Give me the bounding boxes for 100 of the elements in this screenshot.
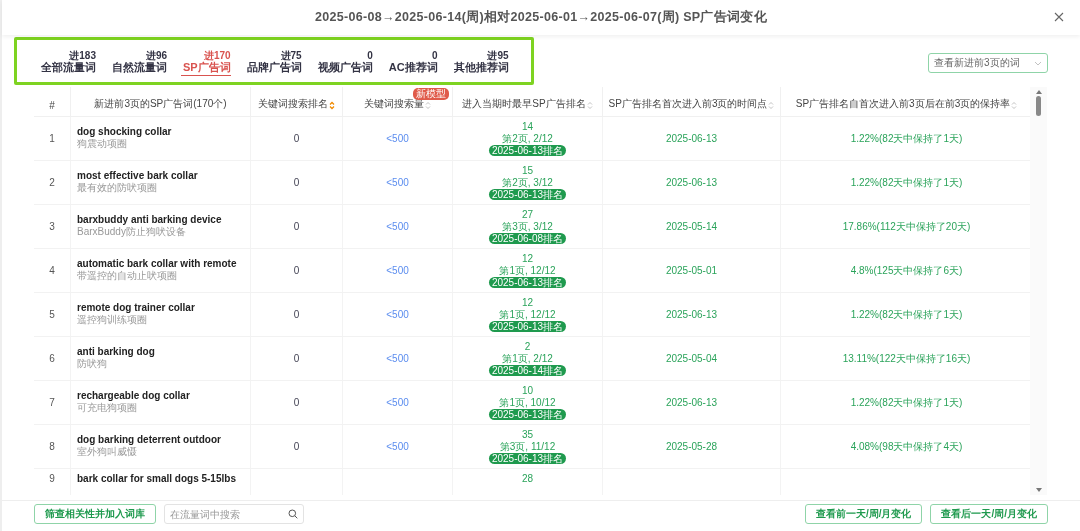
first-entry-date: 2025-06-13 — [665, 176, 718, 189]
filter-select[interactable]: 查看新进前3页的词 — [928, 53, 1048, 73]
sort-icon[interactable] — [425, 101, 431, 110]
scroll-down-icon[interactable] — [1035, 488, 1042, 492]
search-volume: <500 — [386, 265, 409, 276]
search-icon[interactable] — [288, 509, 298, 519]
rank-date-tag: 2025-06-13排名 — [488, 145, 567, 156]
keyword: dog shocking collar — [77, 126, 172, 137]
filter-add-button[interactable]: 筛查相关性并加入词库 — [34, 504, 156, 524]
search-volume: <500 — [386, 397, 409, 408]
dialog-title: 2025-06-08→2025-06-14(周)相对2025-06-01→2025-06-07(周) SP广告词变化 — [315, 9, 767, 26]
search-rank: 0 — [293, 133, 300, 144]
retention-rate: 13.11%(122天中保持了16天) — [842, 352, 971, 365]
next-period-button[interactable]: 查看后一天/周/月变化 — [930, 504, 1048, 524]
tab-count: 进75 — [280, 50, 302, 61]
ad-rank: 10 — [521, 385, 534, 397]
sort-icon[interactable] — [586, 101, 593, 110]
tab[interactable]: 0 AC推荐词 — [386, 50, 438, 76]
keyword-translation: 可充电狗项圈 — [77, 402, 137, 415]
scroll-up-icon[interactable] — [1035, 90, 1042, 94]
rank-date-tag: 2025-06-13排名 — [488, 409, 567, 420]
tab-count: 进170 — [204, 50, 231, 61]
previous-period-button[interactable]: 查看前一天/周/月变化 — [804, 504, 923, 524]
search-volume: <500 — [386, 441, 409, 452]
ad-rank: 27 — [521, 209, 534, 221]
keyword: anti barking dog — [77, 346, 155, 357]
keyword-translation: 室外狗叫威慑 — [77, 446, 137, 459]
rank-page: 第2页, 3/12 — [502, 177, 553, 189]
keyword-translation: 遥控狗训练项圈 — [77, 314, 147, 327]
rank-page: 第1页, 12/12 — [499, 265, 556, 277]
ad-rank: 12 — [521, 253, 534, 265]
new-model-badge: 新模型 — [413, 88, 449, 100]
row-number: 4 — [49, 265, 55, 276]
keyword-translation: BarxBuddy防止狗吠设备 — [77, 225, 186, 239]
search-rank: 0 — [293, 265, 300, 276]
rank-date-tag: 2025-06-13排名 — [488, 453, 567, 464]
tab[interactable]: 进95 其他推荐词 — [451, 50, 509, 76]
search-rank: 0 — [293, 441, 300, 452]
close-icon[interactable] — [1054, 12, 1064, 22]
search-field[interactable]: 在流量词中搜索 — [164, 504, 304, 524]
ad-rank: 15 — [521, 165, 534, 177]
retention-rate: 4.8%(125天中保持了6天) — [850, 264, 963, 277]
chevron-down-icon — [1034, 60, 1042, 66]
search-volume: <500 — [386, 133, 409, 144]
rank-date-tag: 2025-06-13排名 — [488, 189, 567, 200]
retention-rate: 1.22%(82天中保持了1天) — [850, 396, 963, 409]
search-rank: 0 — [293, 221, 300, 232]
tab[interactable]: 进170 SP广告词 — [181, 50, 231, 76]
tab-count: 进95 — [487, 50, 509, 61]
sort-icon[interactable] — [1011, 101, 1018, 110]
rank-page: 第3页, 11/12 — [499, 441, 556, 453]
retention-rate: 17.86%(112天中保持了20天) — [842, 220, 971, 233]
scrollbar[interactable] — [1030, 87, 1047, 495]
column-label: 新进前3页的SP广告词(170个) — [94, 97, 227, 111]
first-entry-date: 2025-05-04 — [665, 352, 718, 365]
row-number: 7 — [49, 397, 55, 408]
column-label: 关键词搜索排名 — [258, 97, 328, 111]
keyword-translation: 狗震动项圈 — [77, 137, 127, 151]
retention-rate: 1.22%(82天中保持了1天) — [850, 176, 963, 189]
keyword: barxbuddy anti barking device — [77, 214, 222, 225]
first-entry-date: 2025-06-13 — [665, 396, 718, 409]
row-number: 6 — [49, 353, 55, 364]
tab[interactable]: 进75 品牌广告词 — [244, 50, 302, 76]
column-label: 关键词搜索量 — [364, 98, 424, 111]
sort-icon[interactable] — [329, 101, 335, 110]
column-label: SP广告排名自首次进入前3页后在前3页的保持率 — [795, 97, 1011, 111]
tab[interactable]: 进183 全部流量词 — [39, 50, 96, 76]
keyword-translation: 带遥控的自动止吠项圈 — [77, 269, 177, 283]
keyword-translation: 防吠狗 — [77, 357, 107, 371]
sort-icon[interactable] — [768, 101, 775, 110]
row-number: 1 — [49, 133, 55, 144]
rank-page: 第1页, 10/12 — [499, 397, 556, 409]
keyword: rechargeable dog collar — [77, 390, 190, 401]
tab[interactable]: 进96 自然流量词 — [110, 50, 167, 76]
row-number: 9 — [49, 473, 55, 484]
search-volume: <500 — [386, 221, 409, 232]
tab[interactable]: 0 视频广告词 — [315, 50, 373, 76]
search-rank: 0 — [293, 353, 300, 364]
tab-count: 进183 — [69, 50, 96, 61]
tab-count: 0 — [367, 50, 373, 61]
row-number: 5 — [49, 309, 55, 320]
keyword: dog barking deterrent outdoor — [77, 434, 221, 445]
row-number: 3 — [49, 221, 55, 232]
retention-rate: 1.22%(82天中保持了1天) — [850, 308, 963, 321]
rank-date-tag: 2025-06-08排名 — [488, 233, 567, 244]
tab-count: 进96 — [145, 50, 167, 61]
scroll-thumb[interactable] — [1036, 96, 1041, 116]
rank-page: 第2页, 2/12 — [502, 133, 553, 145]
search-volume: <500 — [386, 177, 409, 188]
column-label: SP广告排名首次进入前3页的时间点 — [608, 97, 768, 111]
ad-rank: 12 — [521, 297, 534, 309]
column-label: 进入当期时最早SP广告排名 — [462, 97, 586, 111]
search-volume: <500 — [386, 309, 409, 320]
rank-date-tag: 2025-06-13排名 — [488, 321, 567, 332]
keyword: remote dog trainer collar — [77, 302, 195, 313]
first-entry-date: 2025-05-28 — [665, 440, 718, 453]
column-label: # — [49, 100, 55, 111]
first-entry-date: 2025-05-14 — [665, 220, 718, 233]
keyword: automatic bark collar with remote — [77, 258, 237, 269]
retention-rate: 4.08%(98天中保持了4天) — [850, 440, 963, 453]
